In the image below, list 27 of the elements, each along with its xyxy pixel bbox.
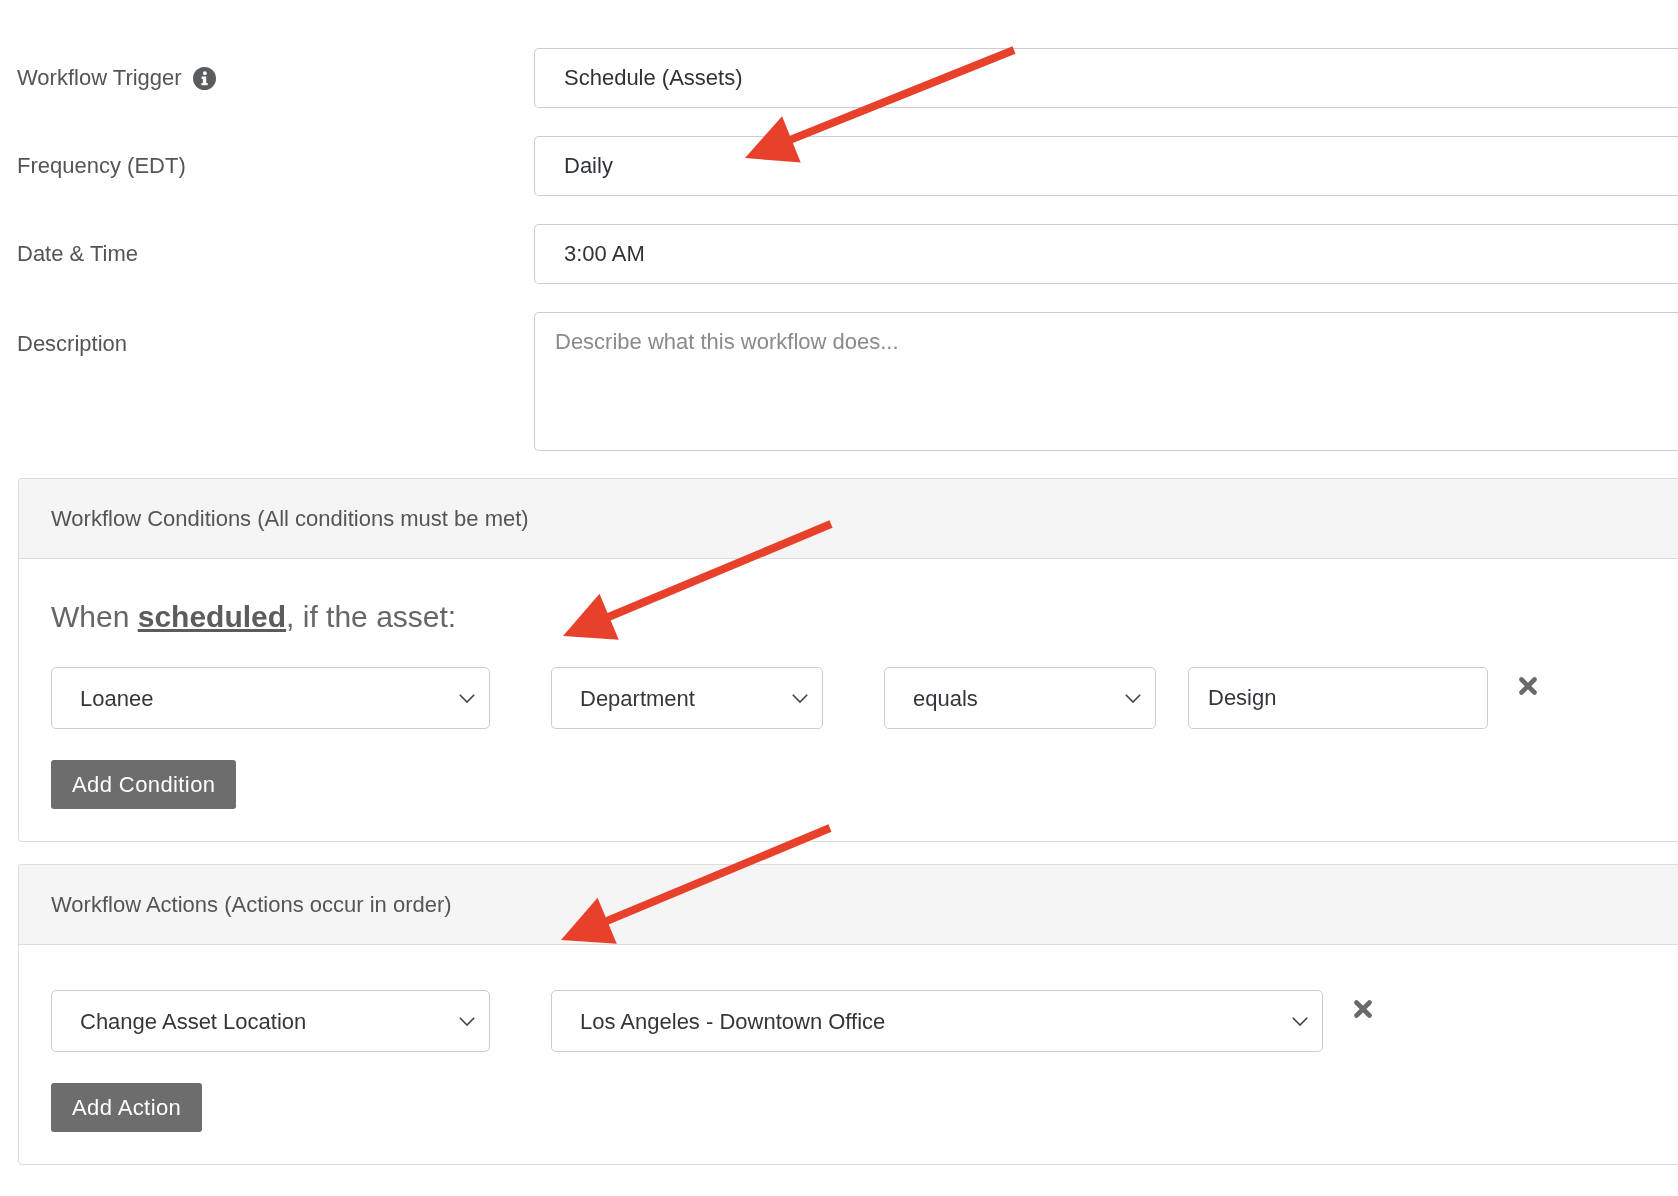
chevron-down-icon	[459, 1016, 475, 1026]
field-label: Date & Time	[17, 241, 139, 267]
chevron-down-icon	[792, 693, 808, 703]
condition-intro-text: When scheduled, if the asset:	[51, 599, 457, 635]
add-button[interactable]: Add Condition	[51, 760, 237, 809]
text-field[interactable]: 3:00 AM	[534, 224, 1678, 284]
dropdown[interactable]: Loanee	[51, 667, 490, 729]
chevron-down-icon	[1125, 693, 1141, 703]
close-icon[interactable]	[1354, 1000, 1372, 1018]
chevron-down-icon	[459, 693, 475, 703]
panel-title: Workflow Actions (Actions occur in order)	[51, 891, 452, 919]
dropdown[interactable]: Los Angeles - Downtown Office	[551, 990, 1323, 1052]
text-field[interactable]: Schedule (Assets)	[534, 48, 1678, 108]
add-button[interactable]: Add Action	[51, 1083, 203, 1132]
dropdown[interactable]: Change Asset Location	[51, 990, 490, 1052]
close-icon[interactable]	[1519, 677, 1537, 695]
description-field[interactable]: Describe what this workflow does...	[534, 312, 1678, 451]
field-label: Workflow Trigger	[17, 65, 182, 91]
info-icon[interactable]	[192, 66, 216, 90]
panel-title: Workflow Conditions (All conditions must be met)	[51, 505, 529, 533]
field-label: Frequency (EDT)	[17, 153, 186, 179]
field-label: Description	[17, 331, 128, 357]
dropdown[interactable]: Department	[551, 667, 823, 729]
chevron-down-icon	[1292, 1016, 1308, 1026]
dropdown[interactable]: equals	[884, 667, 1156, 729]
text-field[interactable]: Daily	[534, 136, 1678, 196]
text-field[interactable]: Design	[1188, 667, 1488, 729]
